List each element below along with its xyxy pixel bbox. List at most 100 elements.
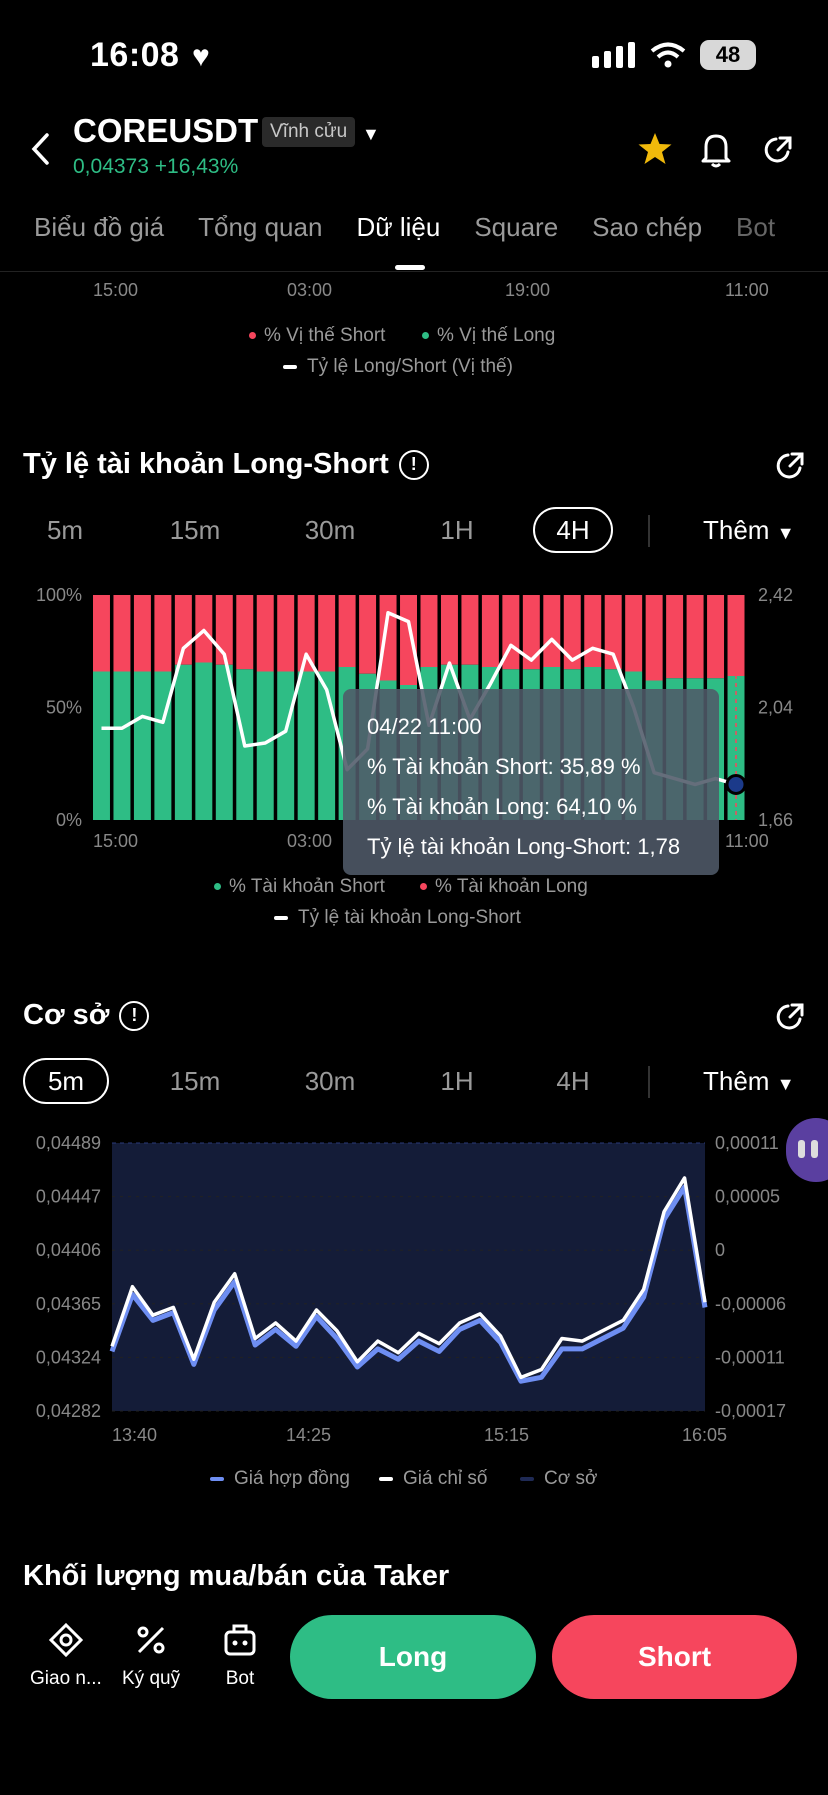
interval-15m[interactable]: 15m: [160, 1058, 230, 1104]
info-icon[interactable]: !: [398, 449, 429, 480]
prev-xtick: 19:00: [505, 280, 551, 300]
x-tick: 14:25: [286, 1425, 331, 1445]
y-right-tick: -0,00017: [715, 1401, 786, 1421]
long-bar: [256, 671, 274, 820]
legend-short: % Tài khoản Short: [214, 876, 385, 898]
chevron-down-icon[interactable]: ▼: [362, 124, 380, 145]
interval-separator: [648, 515, 650, 547]
battery-icon: 48: [700, 40, 756, 70]
short-bar: [400, 595, 417, 685]
interval-4h[interactable]: 4H: [545, 1058, 601, 1104]
prev-xtick: 03:00: [287, 280, 333, 300]
taker-section-title: Khối lượng mua/bán của Taker: [23, 1560, 450, 1592]
interval-5m[interactable]: 5m: [34, 507, 96, 553]
short-bar: [379, 595, 397, 681]
short-bar: [133, 595, 151, 672]
legend-long: % Tài khoản Long: [420, 876, 588, 898]
interval-5m[interactable]: 5m: [23, 1058, 109, 1104]
bot-icon: [224, 1624, 256, 1656]
short-bar: [359, 595, 377, 674]
y-left-tick: 0,04324: [36, 1347, 101, 1367]
short-button[interactable]: Short: [552, 1615, 797, 1699]
heart-icon: ♥: [192, 40, 210, 73]
info-icon[interactable]: !: [119, 1000, 150, 1031]
long-bar: [297, 671, 315, 820]
back-icon[interactable]: [30, 132, 50, 171]
signal-icon: [592, 42, 635, 68]
chart-tooltip: 04/22 11:00 % Tài khoản Short: 35,89 % %…: [343, 689, 719, 875]
short-bar: [256, 595, 274, 672]
y-right-tick: 0: [715, 1240, 725, 1260]
bell-icon[interactable]: [700, 132, 732, 173]
short-bar: [113, 595, 131, 672]
x-tick: 11:00: [725, 831, 769, 851]
tab-bot[interactable]: Bot: [736, 212, 775, 272]
tab-divider: [0, 271, 828, 272]
share-icon[interactable]: [774, 1001, 806, 1038]
prev-legend-long: % Vị thế Long: [422, 325, 555, 347]
hover-point: [725, 773, 747, 795]
basis-area: [112, 1143, 705, 1411]
tab-copy[interactable]: Sao chép: [592, 212, 702, 272]
symbol-title[interactable]: COREUSDT: [73, 112, 258, 150]
interval-1h[interactable]: 1H: [428, 1058, 486, 1104]
legend-contract-price: Giá hợp đồng: [210, 1468, 350, 1490]
bottom-margin-item[interactable]: Ký quỹ: [122, 1622, 180, 1690]
y-right-tick: -0,00006: [715, 1294, 786, 1314]
short-bar: [318, 595, 336, 672]
trade-icon: [48, 1622, 84, 1658]
price-change: 0,04373 +16,43%: [73, 155, 239, 178]
interval-30m[interactable]: 30m: [294, 507, 366, 553]
long-bar: [174, 664, 192, 820]
status-time: 16:08: [90, 36, 180, 74]
y-right-tick: 2,42: [758, 585, 793, 605]
interval-4h[interactable]: 4H: [533, 507, 613, 553]
tab-chart[interactable]: Biểu đồ giá: [34, 212, 164, 272]
short-bar: [584, 595, 602, 667]
legend-basis: Cơ sở: [520, 1468, 597, 1490]
short-bar: [440, 595, 458, 665]
short-bar: [707, 595, 725, 679]
basis-section-title: Cơ sở !: [23, 999, 150, 1032]
y-right-tick: 0,00011: [715, 1133, 779, 1153]
x-tick: 03:00: [287, 831, 332, 851]
long-bar: [154, 671, 172, 820]
y-right-tick: 1,66: [758, 810, 793, 830]
short-bar: [154, 595, 172, 672]
tab-bar: Biểu đồ giá Tổng quan Dữ liệu Square Sao…: [0, 212, 828, 272]
y-left-tick: 0%: [56, 810, 82, 830]
y-right-tick: 2,04: [758, 698, 793, 718]
star-icon[interactable]: [637, 132, 673, 171]
tab-square[interactable]: Square: [474, 212, 558, 272]
share-icon[interactable]: [762, 134, 794, 171]
tooltip-date: 04/22 11:00: [367, 714, 482, 739]
more-dropdown[interactable]: Thêm ▼: [703, 1066, 795, 1097]
long-button[interactable]: Long: [290, 1615, 536, 1699]
bottom-bot-item[interactable]: Bot: [222, 1622, 258, 1690]
short-bar: [93, 595, 110, 672]
long-bar: [93, 671, 110, 820]
x-tick: 15:00: [93, 831, 138, 851]
share-icon[interactable]: [774, 450, 806, 487]
short-bar: [625, 595, 643, 672]
tab-overview[interactable]: Tổng quan: [198, 212, 322, 272]
basis-interval-bar: 5m 15m 30m 1H 4H Thêm ▼: [0, 1058, 828, 1104]
status-icons: 48: [592, 40, 756, 70]
more-dropdown[interactable]: Thêm ▼: [703, 515, 795, 546]
interval-30m[interactable]: 30m: [294, 1058, 366, 1104]
bottom-trade-item[interactable]: Giao n...: [30, 1622, 102, 1690]
tooltip-ratio: Tỷ lệ tài khoản Long-Short: 1,78: [367, 834, 681, 859]
x-tick: 15:15: [484, 1425, 529, 1445]
tab-data[interactable]: Dữ liệu: [356, 212, 440, 272]
y-left-tick: 100%: [36, 585, 82, 605]
tooltip-long: % Tài khoản Long: 64,10 %: [367, 794, 637, 819]
interval-15m[interactable]: 15m: [160, 507, 230, 553]
y-left-tick: 0,04489: [36, 1133, 101, 1153]
x-tick: 16:05: [682, 1425, 727, 1445]
interval-1h[interactable]: 1H: [428, 507, 486, 553]
short-bar: [543, 595, 561, 667]
short-bar: [686, 595, 704, 679]
short-bar: [338, 595, 356, 667]
short-bar: [277, 595, 295, 672]
tooltip-short: % Tài khoản Short: 35,89 %: [367, 754, 641, 779]
